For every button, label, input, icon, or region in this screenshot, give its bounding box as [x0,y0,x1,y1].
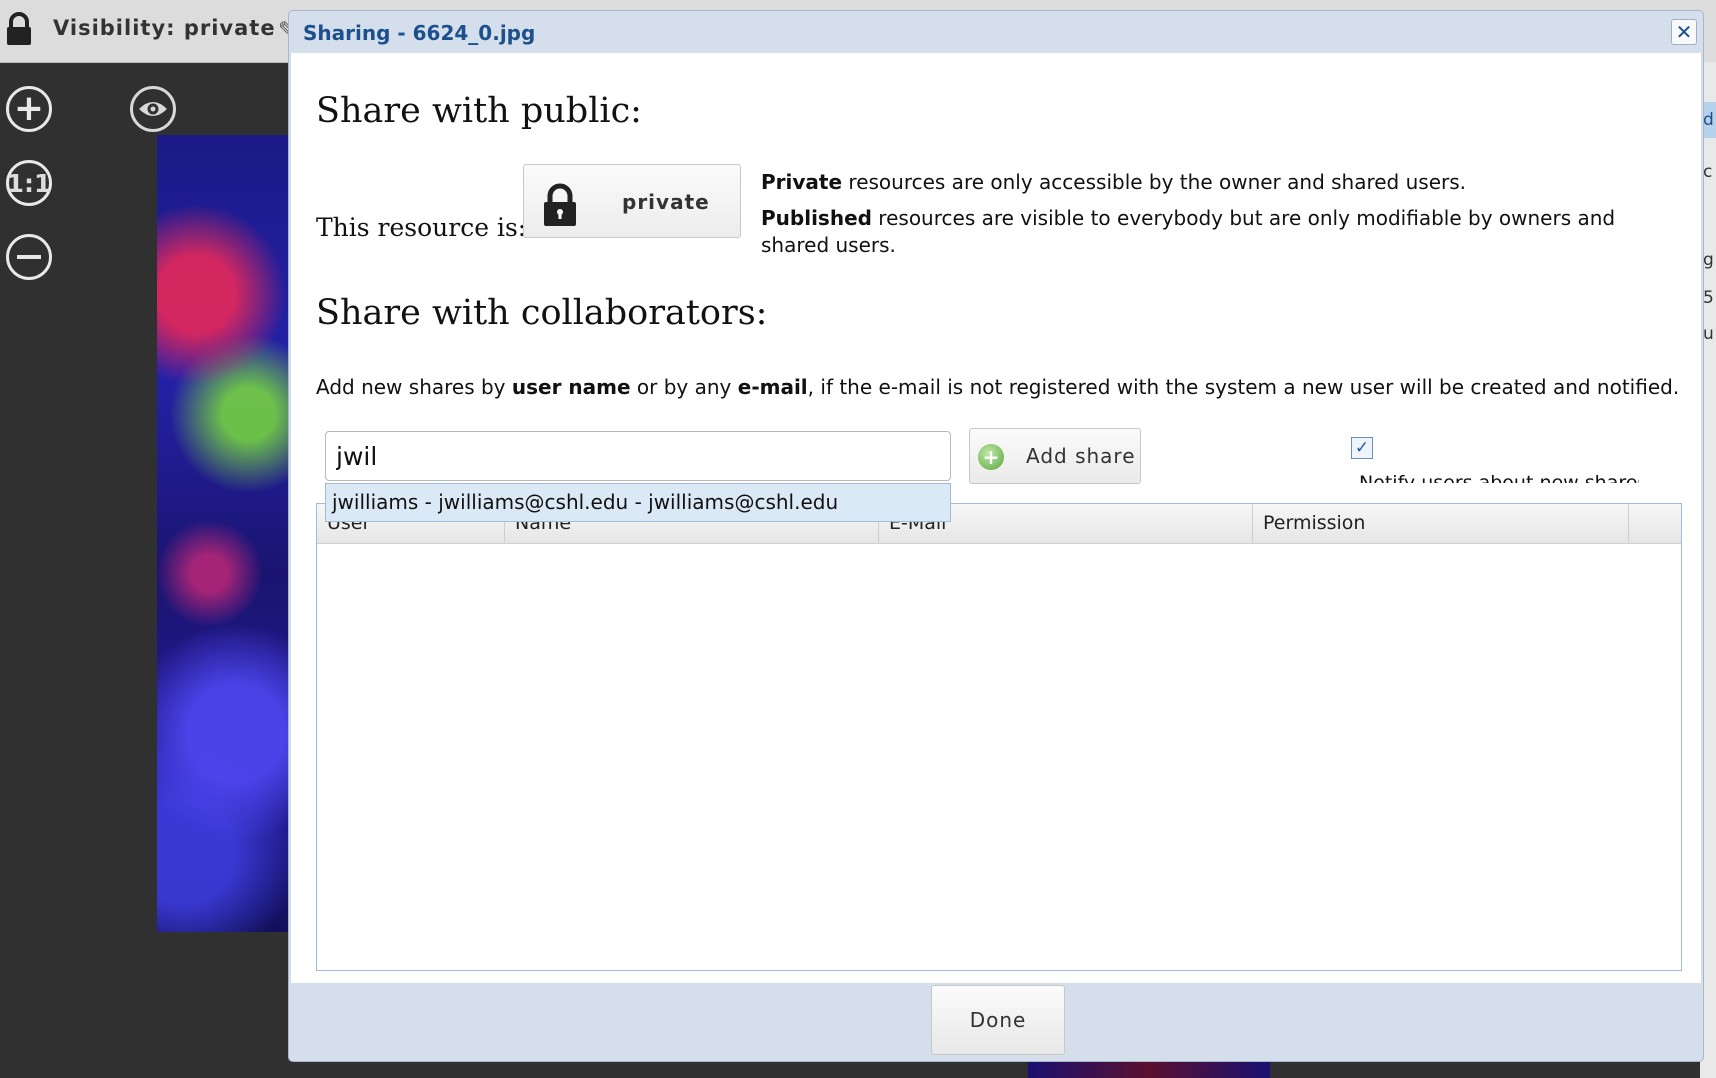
shares-table: User Name E-Mail Permission [316,503,1682,971]
sharing-dialog: Sharing - 6624_0.jpg ✕ Share with public… [288,10,1704,1062]
desc-text: , if the e-mail is not registered with t… [807,375,1680,399]
zoom-out-button[interactable] [6,234,52,280]
private-description-text: resources are only accessible by the own… [842,170,1467,194]
visibility-status[interactable]: Visibility: private [53,16,276,40]
zoom-one-to-one-button[interactable]: 1:1 [6,160,52,206]
side-panel-char: c [1703,162,1713,182]
column-header-permission[interactable]: Permission [1253,504,1629,543]
image-thumbnail [1028,1060,1270,1078]
collaborators-heading: Share with collaborators: [316,293,768,333]
plus-icon: + [13,88,45,129]
desc-text: Add new shares by [316,375,512,399]
published-description-text: resources are visible to everybody but a… [761,206,1616,257]
autocomplete-suggestion[interactable]: jwilliams - jwilliams@cshl.edu - jwillia… [325,483,951,522]
public-heading: Share with public: [316,91,642,131]
microscopy-image[interactable] [157,135,288,932]
close-button[interactable]: ✕ [1671,19,1697,45]
add-share-button[interactable]: + Add share [969,428,1141,484]
eye-icon [139,102,167,116]
notify-checkbox[interactable]: ✓ [1351,437,1373,459]
lock-icon [541,183,579,231]
published-term: Published [761,206,872,230]
side-panel-char: g [1703,250,1714,270]
zoom-in-button[interactable]: + [6,86,52,132]
notify-label: Notify users about new shares [1359,472,1639,483]
add-icon: + [978,444,1004,470]
private-term: Private [761,170,843,194]
resource-label: This resource is: [316,213,527,242]
desc-text: or by any [630,375,738,399]
side-panel-char: 5 [1703,288,1714,308]
done-button[interactable]: Done [931,985,1065,1055]
side-panel-char: d [1703,110,1714,130]
add-share-label: Add share [1026,444,1136,468]
lock-icon [4,12,34,50]
side-panel-char: u [1703,324,1714,344]
private-description: Private resources are only accessible by… [761,169,1681,196]
dialog-body: Share with public: This resource is: pri… [291,53,1701,983]
visibility-toggle-button[interactable]: private [523,164,741,238]
desc-bold-username: user name [511,375,631,399]
minus-icon [17,255,41,259]
visibility-toggle-label: private [622,190,710,214]
close-icon: ✕ [1675,20,1693,44]
view-toggle-button[interactable] [130,86,176,132]
dialog-title: Sharing - 6624_0.jpg [303,21,536,45]
share-user-input[interactable] [325,431,951,481]
published-description: Published resources are visible to every… [761,205,1681,259]
desc-bold-email: e-mail [737,375,808,399]
collaborators-description: Add new shares by user name or by any e-… [316,375,1679,399]
